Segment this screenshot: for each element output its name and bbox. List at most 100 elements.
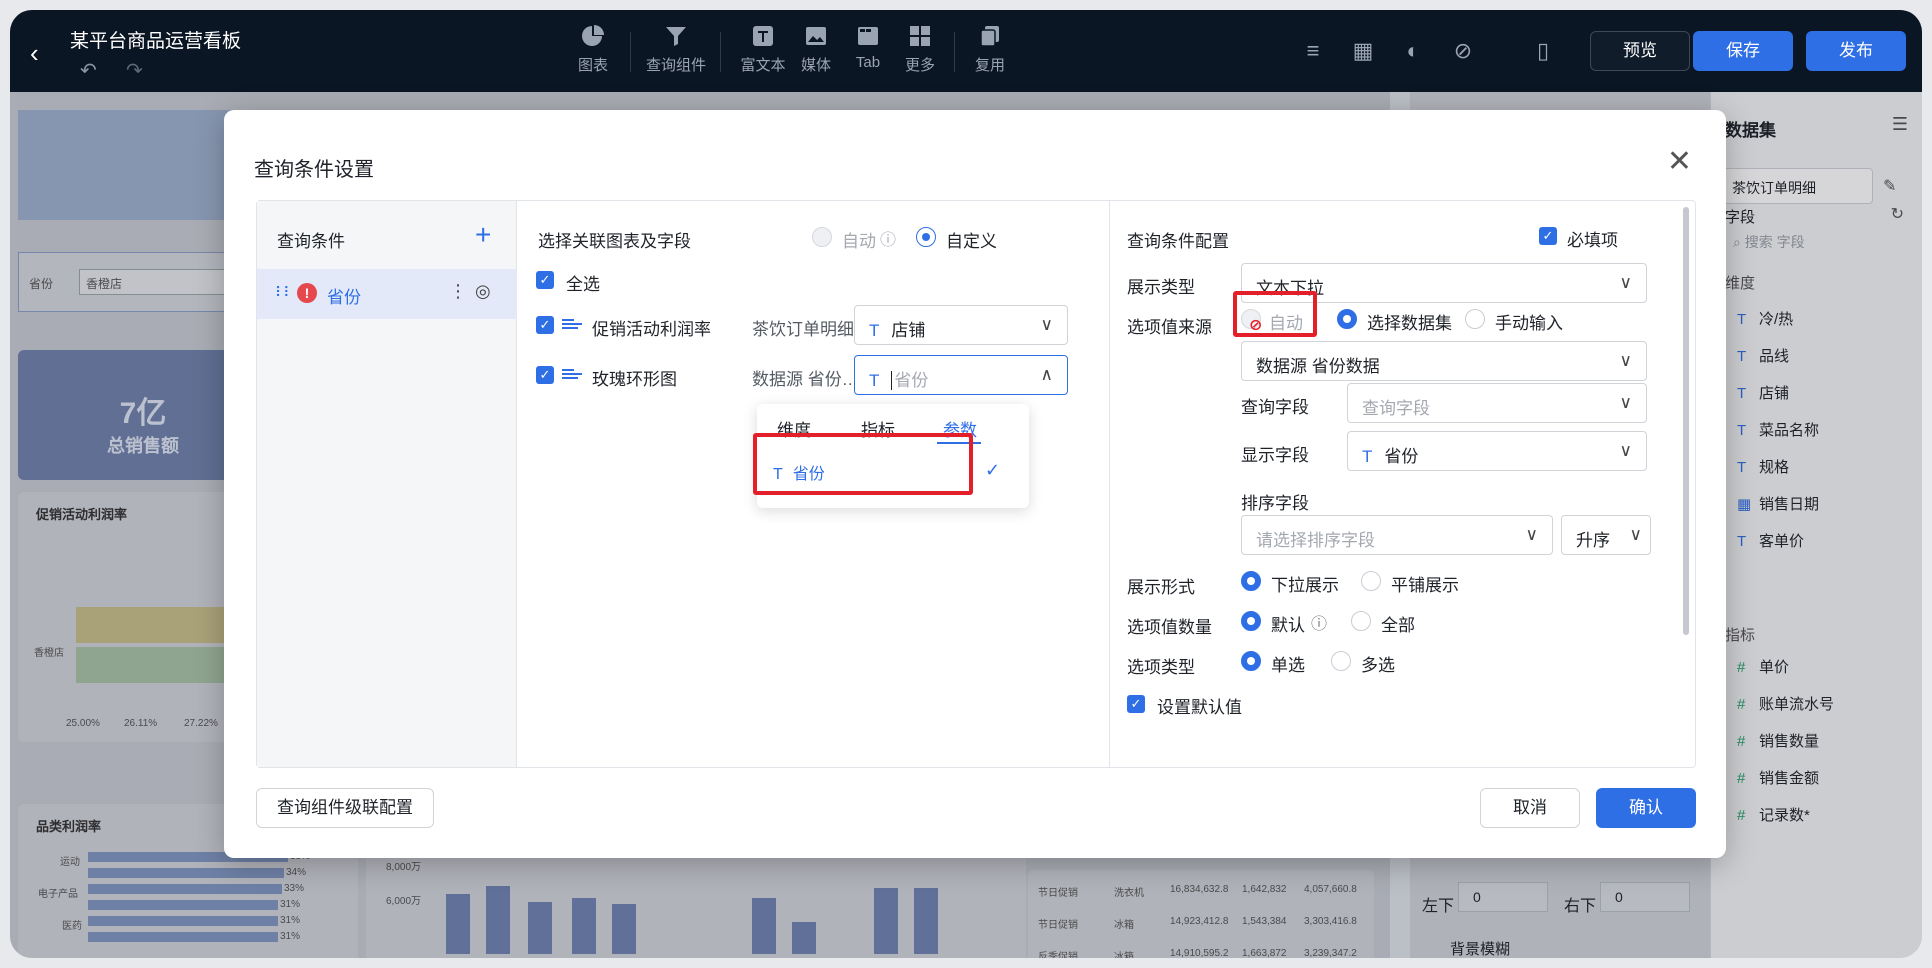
sort-order-value: 升序 [1576,531,1610,550]
tool-query[interactable]: 查询组件 [636,24,716,75]
undo-icon[interactable]: ↶ [80,58,97,83]
redo-icon[interactable]: ↷ [126,58,143,83]
sort-field-label: 排序字段 [1241,494,1309,513]
query-field-select[interactable]: 查询字段 ∨ [1347,383,1647,423]
link-auto-radio[interactable] [812,227,832,247]
count-default-label: 默认 [1271,616,1305,635]
tool-chart[interactable]: 图表 [558,24,628,75]
chart-checkbox[interactable]: ✓ [536,366,554,384]
chart-source: 茶饮订单明细 [752,320,854,339]
dashboard-title[interactable]: 某平台商品运营看板 [70,26,241,53]
cancel-button[interactable]: 取消 [1480,788,1580,828]
tool-tab[interactable]: Tab [840,24,896,71]
layout-icon[interactable]: ▦ [1350,38,1376,64]
dialog-body: 查询条件 + ⠇⠇ ! 省份 ⋮ ◎ 选择关联图表及字段 自动 ⓘ 自定义 ✓ [256,200,1696,768]
publish-button[interactable]: 发布 [1806,31,1906,71]
count-default-radio[interactable] [1241,611,1261,631]
conditions-header: 查询条件 [277,232,345,251]
chevron-down-icon: ∨ [1619,273,1632,292]
display-field-select[interactable]: T 省份 ∨ [1347,431,1647,471]
chevron-down-icon: ∨ [1629,525,1642,544]
config-header: 查询条件配置 [1127,232,1229,251]
text-type-icon: T [1362,447,1373,466]
tool-more[interactable]: 更多 [892,24,948,75]
scrollbar[interactable] [1683,207,1689,635]
sort-field-select[interactable]: 请选择排序字段 ∨ [1241,515,1553,555]
chart-checkbox[interactable]: ✓ [536,316,554,334]
tool-reuse-label: 复用 [974,57,1005,74]
form-dropdown-radio[interactable] [1241,571,1261,591]
tool-chart-label: 图表 [577,57,608,74]
error-icon: ! [297,283,317,303]
top-toolbar: ‹ 某平台商品运营看板 ↶ ↷ 图表 查询组件 富文本 媒体 Tab 更多 复用… [10,10,1922,92]
form-tile-label: 平铺展示 [1391,576,1459,595]
add-condition-icon[interactable]: + [475,219,491,251]
dataset-select[interactable]: 数据源 省份数据 ∨ [1241,341,1647,381]
mobile-icon[interactable]: ▯ [1530,38,1556,64]
tool-media-label: 媒体 [800,57,831,74]
required-checkbox[interactable]: ✓ [1539,227,1557,245]
field-select-open[interactable]: T 省份 ∧ [854,355,1068,395]
info-icon: ⓘ [1311,616,1328,633]
chevron-down-icon: ∨ [1619,351,1632,370]
form-dropdown-label: 下拉展示 [1271,576,1339,595]
type-multi-radio[interactable] [1331,651,1351,671]
config-column: 查询条件配置 ✓ 必填项 展示类型 文本下拉 ∨ 选项值来源 ⊘ 自动 选择数据… [1111,201,1697,767]
sliders-icon[interactable]: ≡ [1300,38,1326,64]
eye-icon[interactable]: ◎ [475,281,491,302]
back-arrow-icon[interactable]: ‹ [30,38,39,69]
chevron-up-icon: ∧ [1040,365,1053,384]
conditions-column: 查询条件 + ⠇⠇ ! 省份 ⋮ ◎ [257,201,517,767]
save-button[interactable]: 保存 [1693,31,1793,71]
bar-chart-icon [562,319,582,333]
tool-media[interactable]: 媒体 [788,24,844,75]
grid-icon [910,26,930,46]
query-field-placeholder: 查询字段 [1362,399,1430,418]
confirm-button[interactable]: 确认 [1596,788,1696,828]
query-field-label: 查询字段 [1241,398,1309,417]
more-icon[interactable]: ⋮ [449,281,467,302]
chart-name: 玫瑰环形图 [592,370,677,389]
field-select-placeholder: 省份 [891,371,929,390]
type-single-radio[interactable] [1241,651,1261,671]
field-select-value: 店铺 [891,321,926,340]
image-icon [806,27,826,45]
count-all-label: 全部 [1381,616,1415,635]
display-field-label: 显示字段 [1241,446,1309,465]
option-count-label: 选项值数量 [1127,618,1212,637]
form-tile-radio[interactable] [1361,571,1381,591]
link-auto-label: 自动 [842,232,876,251]
set-default-checkbox[interactable]: ✓ [1127,695,1145,713]
chevron-down-icon: ∨ [1525,525,1538,544]
cascade-config-button[interactable]: 查询组件级联配置 [256,788,434,828]
info-icon: ⓘ [880,232,897,249]
source-dataset-radio[interactable] [1337,309,1357,329]
condition-item[interactable]: ⠇⠇ ! 省份 ⋮ ◎ [257,269,517,319]
bar-chart-icon [562,369,582,383]
eye-off-icon[interactable]: ⊘ [1450,38,1476,64]
highlight-box [1233,291,1317,337]
select-all-checkbox[interactable]: ✓ [536,271,554,289]
type-multi-label: 多选 [1361,656,1395,675]
set-default-label: 设置默认值 [1157,698,1242,717]
query-settings-dialog: 查询条件设置 ✕ 查询条件 + ⠇⠇ ! 省份 ⋮ ◎ 选择关联图表及字段 自动 [224,110,1726,858]
field-select[interactable]: T 店铺 ∨ [854,305,1068,345]
close-icon[interactable]: ✕ [1667,144,1692,179]
required-label: 必填项 [1567,231,1618,250]
display-field-value: 省份 [1384,447,1419,466]
preview-button[interactable]: 预览 [1590,31,1690,71]
drag-handle-icon[interactable]: ⠇⠇ [275,284,293,301]
filter-icon [666,27,686,46]
count-all-radio[interactable] [1351,611,1371,631]
chevron-down-icon: ∨ [1040,315,1053,334]
check-icon: ✓ [985,460,1001,480]
dialog-title: 查询条件设置 [254,159,374,181]
sort-order-select[interactable]: 升序 ∨ [1561,515,1651,555]
tool-reuse[interactable]: 复用 [962,24,1018,75]
palette-icon[interactable]: ◐ [1400,38,1426,64]
text-icon [753,26,773,46]
source-manual-radio[interactable] [1465,309,1485,329]
tab-icon [858,27,878,45]
link-custom-radio[interactable] [916,227,936,247]
dataset-select-value: 数据源 省份数据 [1256,357,1380,376]
